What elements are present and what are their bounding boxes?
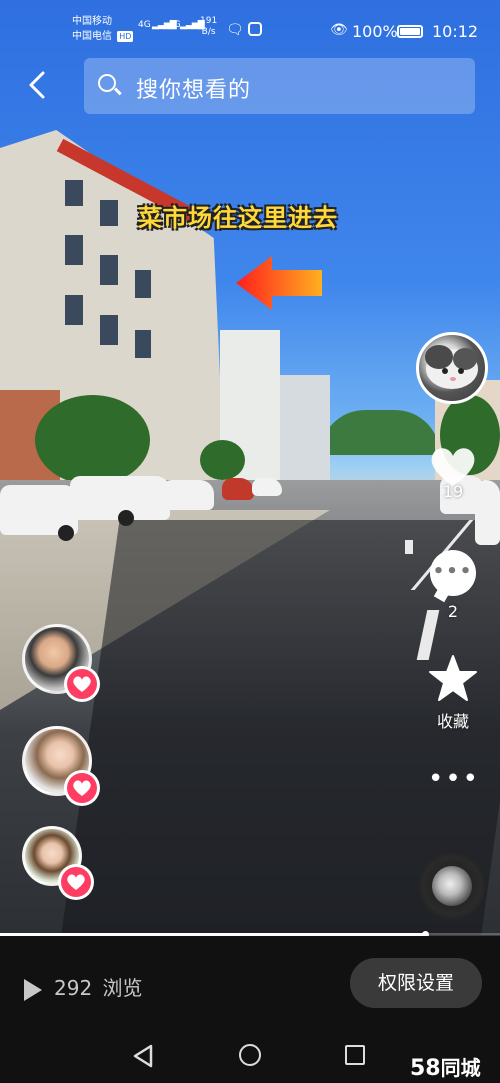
favorite-label: 收藏 [436, 712, 469, 731]
battery-fill [400, 28, 420, 35]
battery-percent: 100% [352, 22, 398, 41]
heart-icon [73, 780, 91, 796]
arrow-left-icon [236, 256, 322, 310]
comment-dots-icon: ••• [432, 561, 474, 582]
carrier-info: 中国移动 中国电信 HD [72, 14, 134, 44]
more-options-button[interactable]: ••• [428, 764, 478, 794]
friend-avatar-1[interactable] [22, 624, 100, 702]
search-placeholder: 搜你想看的 [136, 78, 252, 103]
video-car [162, 480, 214, 510]
friend-like-badge[interactable] [64, 666, 100, 702]
video-caption: 菜市场往这里进去 [138, 204, 338, 232]
video-window [135, 270, 151, 298]
view-count-number: 292 [54, 976, 93, 1000]
heart-icon [67, 874, 85, 890]
heart-icon [73, 676, 91, 692]
hd-badge: HD [117, 31, 134, 42]
app-tile-icon [248, 22, 262, 36]
nav-back-icon[interactable] [132, 1044, 154, 1068]
video-lane-mark [405, 540, 413, 554]
video-building-far [280, 375, 330, 480]
video-window [100, 255, 118, 285]
video-window [100, 200, 118, 226]
friend-like-badge[interactable] [64, 770, 100, 806]
watermark-text: 同城 [440, 1056, 481, 1080]
video-window [65, 295, 83, 325]
friend-like-badge[interactable] [58, 864, 94, 900]
clock: 10:12 [432, 22, 479, 41]
nav-recent-apps-icon[interactable] [345, 1045, 365, 1065]
like-button[interactable]: 19 [426, 444, 480, 501]
favorite-button[interactable]: 收藏 [426, 654, 480, 732]
video-window [100, 315, 118, 345]
wechat-icon: 🗨 [226, 22, 244, 38]
video-window [65, 235, 83, 265]
video-tree [200, 440, 245, 480]
friend-avatar-3[interactable] [22, 826, 94, 900]
carrier-2-label: 中国电信 [72, 31, 112, 42]
view-count-label: 浏览 [102, 976, 143, 1000]
network-2-label: 4G [168, 20, 181, 30]
star-icon [429, 655, 477, 701]
music-disc-button[interactable] [418, 852, 486, 920]
nav-home-icon[interactable] [239, 1044, 261, 1066]
comment-button[interactable]: ••• 2 [426, 550, 480, 621]
search-bar[interactable]: 搜你想看的 [84, 58, 475, 114]
net-speed-value: 191 [200, 16, 218, 26]
battery-icon [397, 25, 423, 38]
comment-count: 2 [447, 602, 459, 621]
video-window [65, 180, 83, 206]
search-icon [98, 74, 116, 92]
more-dots-icon: ••• [428, 764, 481, 794]
cat-avatar-image [425, 345, 478, 389]
video-car [222, 478, 254, 500]
friend-avatar-2[interactable] [22, 726, 100, 806]
video-wheel [58, 525, 74, 541]
view-count: 292 浏览 [24, 972, 143, 1001]
comment-icon: ••• [430, 550, 476, 596]
watermark-number: 58 [410, 1056, 441, 1081]
network-1-label: 4G [138, 20, 151, 30]
chevron-left-icon [29, 71, 45, 99]
music-cover-image [432, 866, 472, 906]
video-car [252, 478, 282, 496]
net-speed: 191 B/s [200, 16, 217, 38]
video-tree [35, 395, 150, 485]
video-wheel [118, 510, 134, 526]
play-icon [24, 978, 42, 1001]
status-bar: 中国移动 中国电信 HD 4G ▂▃▅▇ 4G ▂▃▅▇ 191 B/s 🗨 👁… [0, 8, 500, 48]
carrier-1-label: 中国移动 [72, 16, 112, 27]
net-speed-unit: B/s [201, 27, 216, 37]
eye-icon: 👁 [330, 22, 348, 38]
video-window [135, 330, 151, 358]
watermark-logo: 58同城 [410, 1052, 481, 1081]
permission-settings-button[interactable]: 权限设置 [350, 958, 482, 1008]
author-avatar[interactable] [416, 332, 488, 404]
back-button[interactable] [26, 70, 56, 100]
